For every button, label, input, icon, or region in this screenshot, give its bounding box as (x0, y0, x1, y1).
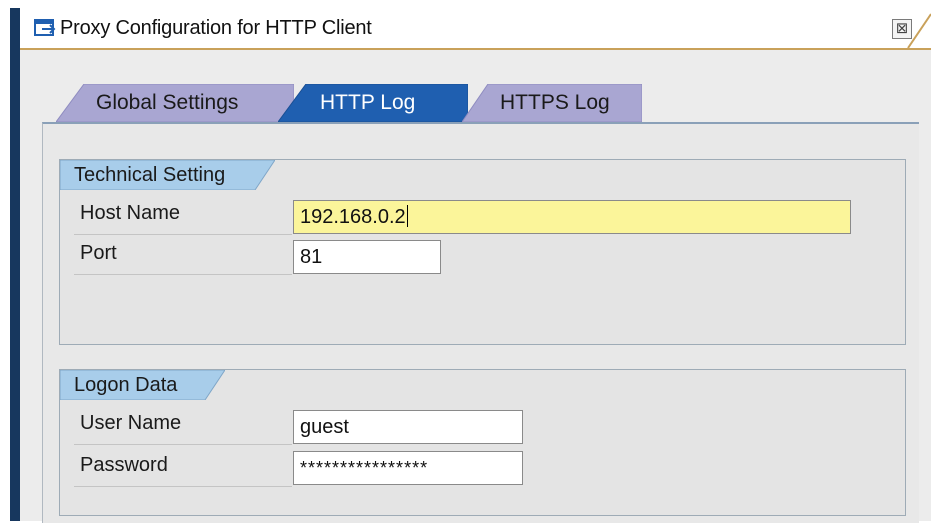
tab-http-log-label: HTTP Log (320, 91, 416, 114)
user-name-input[interactable]: guest (293, 410, 523, 444)
close-button[interactable]: ⊠ (892, 19, 912, 39)
tab-https-log[interactable]: HTTPS Log (462, 84, 642, 122)
password-value: **************** (300, 458, 429, 478)
window-title: Proxy Configuration for HTTP Client (60, 17, 372, 39)
user-name-underline (74, 444, 292, 445)
port-value: 81 (300, 246, 323, 268)
password-input[interactable]: **************** (293, 451, 523, 485)
window-icon (34, 19, 56, 36)
host-name-underline (74, 234, 292, 235)
logon-data-group: Logon Data User Name guest Password ****… (59, 369, 906, 516)
password-underline (74, 486, 292, 487)
http-log-panel: Technical Setting Host Name 192.168.0.2 … (42, 122, 919, 523)
tab-http-log[interactable]: HTTP Log (278, 84, 468, 122)
proxy-config-window: Proxy Configuration for HTTP Client ⊠ Gl… (10, 8, 931, 523)
user-name-value: guest (300, 416, 349, 438)
technical-setting-group: Technical Setting Host Name 192.168.0.2 … (59, 159, 906, 345)
tab-global-settings-label: Global Settings (96, 91, 239, 114)
window-left-edge (10, 8, 20, 521)
host-name-label: Host Name (80, 202, 181, 224)
logon-data-title: Logon Data (74, 374, 178, 396)
tab-global-settings[interactable]: Global Settings (56, 84, 294, 122)
port-underline (74, 274, 292, 275)
technical-setting-title: Technical Setting (74, 164, 226, 186)
host-name-input[interactable]: 192.168.0.2 (293, 200, 851, 234)
password-label: Password (80, 454, 168, 476)
user-name-label: User Name (80, 412, 182, 434)
port-input[interactable]: 81 (293, 240, 441, 274)
dialog-content: Global Settings HTTP Log HTTPS Log Techn (20, 50, 931, 523)
port-label: Port (80, 242, 117, 264)
tab-https-log-label: HTTPS Log (500, 91, 610, 114)
host-name-value: 192.168.0.2 (300, 206, 406, 228)
text-caret (406, 205, 408, 227)
title-bar: Proxy Configuration for HTTP Client ⊠ (20, 8, 931, 50)
